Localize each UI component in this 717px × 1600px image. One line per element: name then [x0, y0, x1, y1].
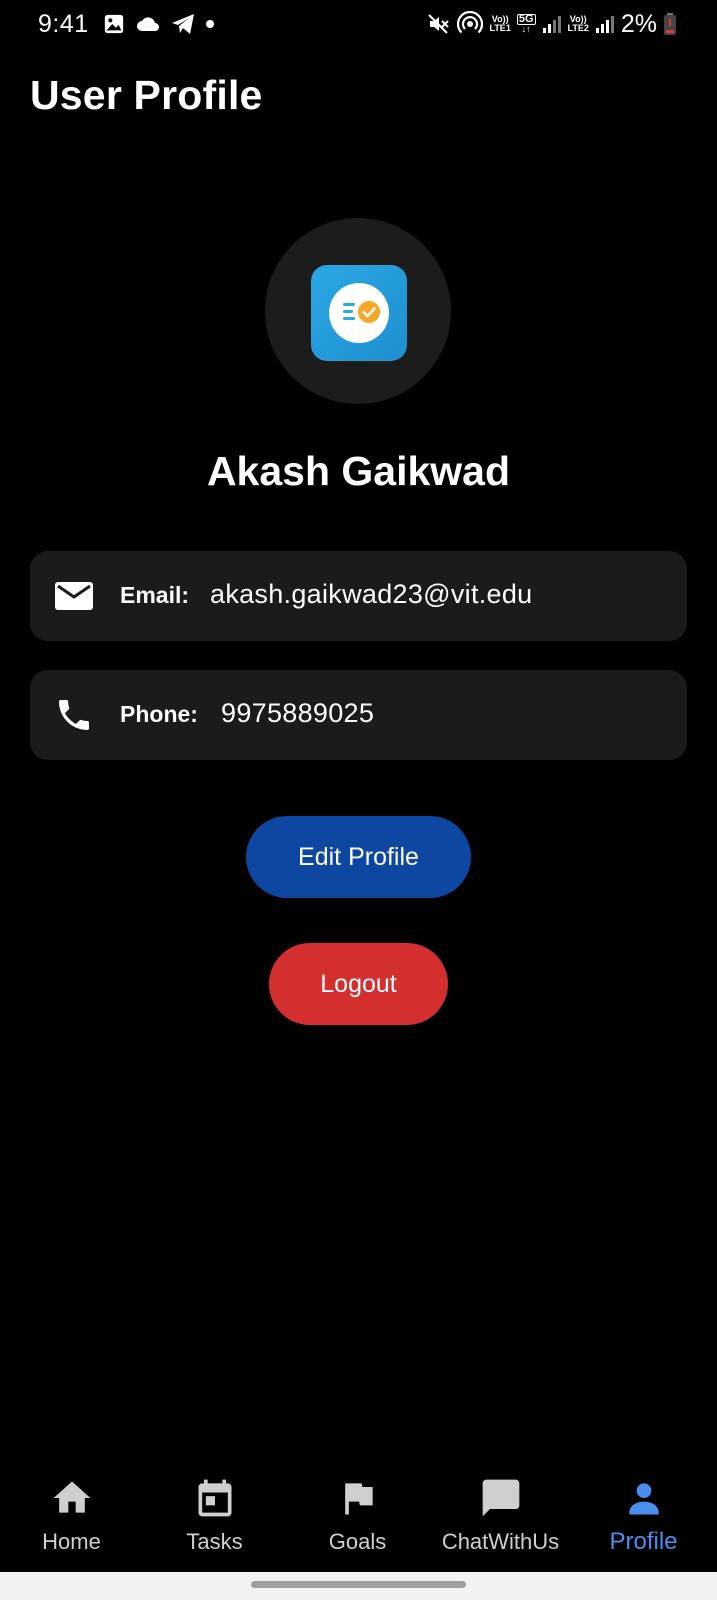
bottom-nav: Home Tasks Goals ChatWithUs Profile	[0, 1460, 717, 1572]
battery-low-icon	[664, 13, 676, 35]
hotspot-icon	[457, 11, 484, 34]
nav-item-tasks[interactable]: Tasks	[143, 1460, 286, 1572]
email-card: Email: akash.gaikwad23@vit.edu	[30, 551, 687, 641]
sim1-indicator: Vo)) LTE1	[489, 15, 510, 33]
task-check-logo-icon	[329, 283, 389, 343]
phone-icon	[59, 700, 89, 730]
user-name: Akash Gaikwad	[206, 448, 511, 494]
nav-label-chatwithus: ChatWithUs	[441, 1529, 560, 1554]
edit-profile-button[interactable]: Edit Profile	[246, 816, 471, 898]
home-icon	[53, 1481, 90, 1513]
chat-icon	[482, 1479, 519, 1517]
status-time: 9:41	[38, 9, 89, 38]
gallery-icon	[104, 14, 123, 34]
network-type: 5G ↓↑	[516, 14, 536, 34]
nav-item-goals[interactable]: Goals	[286, 1460, 429, 1572]
sim2-indicator: Vo)) LTE2	[568, 15, 589, 33]
signal-icon	[595, 16, 614, 33]
dot-icon	[205, 20, 214, 28]
nav-label-goals: Goals	[328, 1529, 387, 1554]
calendar-icon	[198, 1479, 231, 1517]
phone-card: Phone: 9975889025	[30, 670, 687, 760]
person-icon	[628, 1483, 659, 1515]
logout-button[interactable]: Logout	[269, 943, 448, 1025]
avatar[interactable]	[265, 218, 451, 404]
gesture-bar	[0, 1572, 717, 1600]
sim1-label-bottom: LTE1	[489, 23, 511, 33]
nav-label-home: Home	[42, 1529, 101, 1554]
phone-label: Phone:	[120, 701, 198, 727]
nav-item-chatwithus[interactable]: ChatWithUs	[429, 1460, 572, 1572]
email-label: Email:	[120, 582, 190, 608]
data-arrows-icon: ↓↑	[521, 24, 531, 34]
email-value: akash.gaikwad23@vit.edu	[210, 579, 533, 609]
flag-icon	[344, 1483, 373, 1515]
nav-item-home[interactable]: Home	[0, 1460, 143, 1572]
nav-item-profile[interactable]: Profile	[572, 1460, 715, 1572]
nav-label-profile: Profile	[609, 1528, 678, 1555]
sim2-label-bottom: LTE2	[567, 23, 589, 33]
battery-percent: 2%	[620, 9, 657, 38]
status-left: 9:41	[38, 8, 215, 40]
nav-label-tasks: Tasks	[186, 1529, 243, 1554]
app-logo	[311, 265, 407, 361]
status-bar: 9:41 Vo)) LTE1 5G ↓↑ Vo)) LTE2 2%	[0, 0, 717, 48]
page-title: User Profile	[30, 72, 263, 118]
telegram-icon	[171, 14, 194, 34]
home-indicator[interactable]	[251, 1581, 466, 1588]
signal-icon	[542, 16, 561, 33]
status-right: Vo)) LTE1 5G ↓↑ Vo)) LTE2 2%	[427, 8, 677, 40]
cloud-icon	[136, 17, 159, 31]
email-icon	[55, 582, 93, 610]
phone-value: 9975889025	[221, 698, 375, 728]
mute-icon	[428, 14, 450, 34]
